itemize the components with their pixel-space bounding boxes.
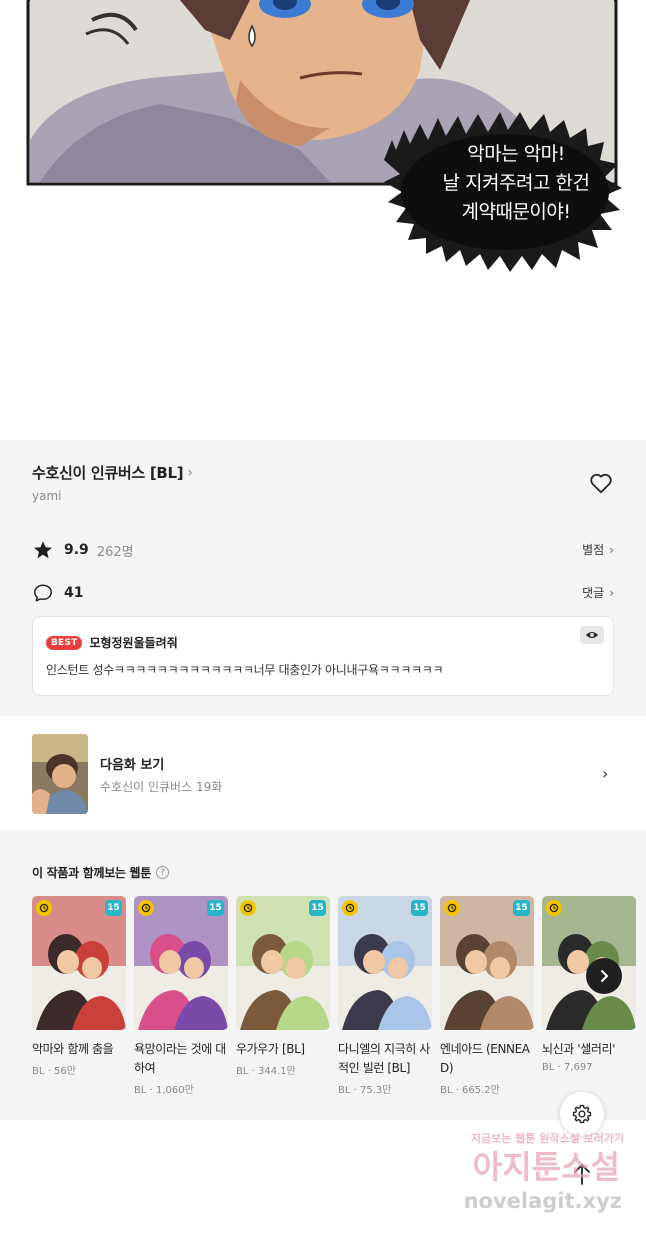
chevron-right-icon: ›: [187, 464, 193, 481]
rec-cover: 15: [32, 896, 126, 1030]
chevron-right-icon: ›: [609, 542, 614, 557]
next-episode-thumbnail: [32, 734, 88, 814]
comment-link[interactable]: 댓글 ›: [582, 584, 614, 601]
help-icon[interactable]: ?: [156, 866, 170, 879]
rec-cover: 15: [338, 896, 432, 1030]
star-icon: [34, 541, 52, 559]
rec-cover-art: [542, 896, 636, 1030]
scroll-top-button[interactable]: [566, 1158, 598, 1190]
rec-cover: 15: [236, 896, 330, 1030]
rec-item[interactable]: 15 다니엘의 지극히 사적인 빌런 [BL] BL · 75.3만: [338, 896, 432, 1096]
spoiler-toggle-button[interactable]: [580, 626, 604, 644]
rating-count: 262명: [96, 544, 134, 560]
best-comment-user: 모형정원울들려줘: [89, 636, 178, 650]
rec-cover: [542, 896, 636, 1030]
arrow-up-icon: [574, 1164, 590, 1185]
gear-icon: [572, 1104, 592, 1124]
recommendations-header: 이 작품과 함께보는 웹툰 ?: [32, 864, 170, 881]
next-episode-title: 다음화 보기: [100, 758, 165, 773]
next-episode-row[interactable]: 다음화 보기 수호신이 인큐버스 19화 ›: [0, 716, 646, 830]
comment-link-label: 댓글: [582, 586, 605, 600]
watermark-line-3: novelagit.xyz: [464, 1189, 622, 1213]
clock-icon: [444, 900, 460, 916]
clock-icon: [240, 900, 256, 916]
watermark-line-1: 지금보는 웹툰 원작소설 보러가기: [471, 1131, 624, 1145]
rec-cover: 15: [440, 896, 534, 1030]
recommendations-title: 이 작품과 함께보는 웹툰: [32, 866, 152, 880]
rec-title: 악마와 함께 춤을: [32, 1042, 114, 1056]
recommendations-list: 15 악마와 함께 춤을 BL · 56만 15 욕망이라는 것에 대하여 BL…: [32, 896, 646, 1106]
rec-meta: BL · 1,060만: [134, 1085, 194, 1096]
rec-cover-art: [134, 896, 228, 1030]
rec-item[interactable]: 15 악마와 함께 춤을 BL · 56만: [32, 896, 126, 1077]
best-comment-header: BEST 모형정원울들려줘: [46, 634, 178, 651]
eye-icon: [586, 632, 598, 638]
rec-meta: BL · 56만: [32, 1066, 76, 1077]
rec-title: 엔네아드 (ENNEAD): [440, 1042, 530, 1075]
best-comment-card[interactable]: BEST 모형정원울들려줘 인스턴트 성수ㅋㅋㅋㅋㅋㅋㅋㅋㅋㅋㅋㅋㅋ너무 대충인…: [32, 616, 614, 696]
rec-cover-art: [338, 896, 432, 1030]
rec-meta: BL · 344.1만: [236, 1066, 296, 1077]
rec-cover-art: [440, 896, 534, 1030]
clock-icon: [36, 900, 52, 916]
comment-count: 41: [64, 585, 84, 601]
best-comment-text: 인스턴트 성수ㅋㅋㅋㅋㅋㅋㅋㅋㅋㅋㅋㅋㅋ너무 대충인가 아니내구욕ㅋㅋㅋㅋㅋㅋ: [46, 663, 444, 677]
best-badge: BEST: [46, 635, 83, 650]
rating-link[interactable]: 별점 ›: [582, 541, 614, 558]
rec-item[interactable]: 15 우가우가 [BL] BL · 344.1만: [236, 896, 330, 1077]
speech-line-1: 악마는 악마!: [467, 143, 565, 165]
carousel-next-button[interactable]: [586, 958, 622, 994]
age-rating-badge: 15: [105, 900, 122, 916]
speech-line-3: 계약때문이야!: [461, 201, 572, 223]
series-title: 수호신이 인큐버스 [BL]: [32, 464, 184, 482]
rating-score: 9.9: [64, 542, 89, 558]
series-info-section: 수호신이 인큐버스 [BL] › yami 9.9 262명 별점 › 41 댓…: [0, 440, 646, 716]
clock-icon: [546, 900, 562, 916]
rating-link-label: 별점: [582, 543, 605, 557]
series-author: yami: [32, 489, 62, 503]
rating-row: 9.9 262명 별점 ›: [32, 539, 614, 561]
speech-line-2: 날 지켜주려고 한건: [442, 172, 590, 194]
watermark: 지금보는 웹툰 원작소설 보러가기 아지툰소설 novelagit.xyz: [464, 1131, 624, 1213]
speech-bubble-text: 악마는 악마! 날 지켜주려고 한건 계약때문이야!: [416, 140, 616, 227]
rec-title: 뇌신과 '샐러리': [542, 1042, 616, 1056]
next-episode-subtitle: 수호신이 인큐버스 19화: [100, 780, 223, 794]
rec-item[interactable]: 15 엔네아드 (ENNEAD) BL · 665.2만: [440, 896, 534, 1096]
chevron-right-icon: ›: [602, 764, 609, 783]
rec-cover-art: [32, 896, 126, 1030]
rec-cover-art: [236, 896, 330, 1030]
age-rating-badge: 15: [309, 900, 326, 916]
rec-item[interactable]: 15 욕망이라는 것에 대하여 BL · 1,060만: [134, 896, 228, 1096]
series-title-link[interactable]: 수호신이 인큐버스 [BL] ›: [32, 462, 193, 483]
comic-panel: 악마는 악마! 날 지켜주려고 한건 계약때문이야!: [0, 0, 646, 440]
rec-meta: BL · 7,697: [542, 1062, 593, 1073]
rec-meta: BL · 665.2만: [440, 1085, 500, 1096]
recommendations-section: 이 작품과 함께보는 웹툰 ? 15 악마와 함께 춤을 BL · 56만 15…: [0, 830, 646, 1120]
settings-button[interactable]: [560, 1092, 604, 1136]
clock-icon: [138, 900, 154, 916]
age-rating-badge: 15: [207, 900, 224, 916]
comment-row: 41 댓글 ›: [32, 582, 614, 604]
rec-title: 우가우가 [BL]: [236, 1042, 305, 1056]
rec-title: 다니엘의 지극히 사적인 빌런 [BL]: [338, 1042, 430, 1075]
rec-cover: 15: [134, 896, 228, 1030]
comment-icon: [34, 584, 52, 602]
chevron-right-icon: [601, 970, 608, 982]
rec-meta: BL · 75.3만: [338, 1085, 392, 1096]
chevron-right-icon: ›: [609, 585, 614, 600]
age-rating-badge: 15: [411, 900, 428, 916]
age-rating-badge: 15: [513, 900, 530, 916]
rec-title: 욕망이라는 것에 대하여: [134, 1042, 226, 1075]
clock-icon: [342, 900, 358, 916]
heart-icon[interactable]: [588, 470, 614, 496]
